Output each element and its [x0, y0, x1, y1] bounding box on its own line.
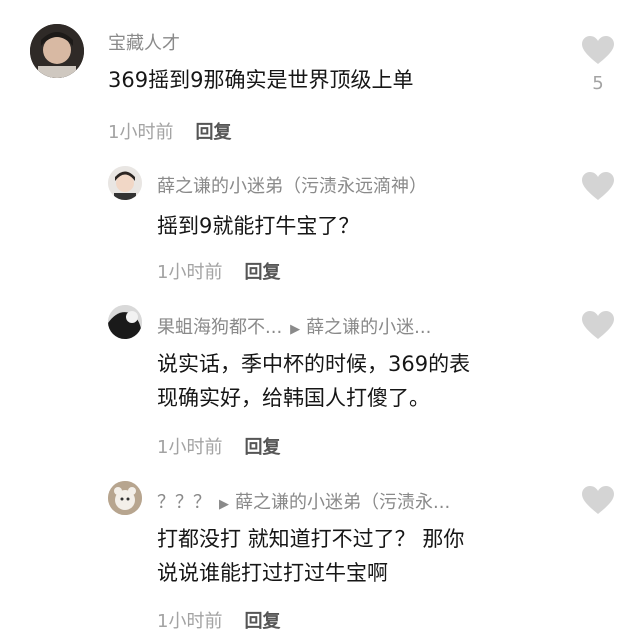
comment-meta: 1小时前 回复	[157, 607, 280, 633]
avatar[interactable]	[30, 24, 84, 78]
like-button[interactable]	[582, 486, 614, 515]
reply-item: 果蛆海狗都不... ▶ 薛之谦的小迷... 说实话，季中杯的时候，369的表 现确实…	[0, 285, 640, 460]
reply-to-username[interactable]: 薛之谦的小迷弟（污渍永...	[235, 492, 450, 513]
timestamp: 1小时前	[108, 122, 174, 143]
like-count: 5	[592, 73, 604, 94]
comment-username[interactable]: 果蛆海狗都不...	[157, 317, 282, 338]
avatar[interactable]	[108, 481, 142, 515]
comment-meta: 1小时前 回复	[108, 118, 231, 144]
like-button[interactable]: 5	[582, 36, 614, 94]
comment-username[interactable]: 薛之谦的小迷弟（污渍永远滴神）	[157, 172, 427, 198]
comment-text-line: 打都没打 就知道打不过了？ 那你	[157, 527, 465, 551]
heart-icon	[582, 172, 614, 200]
reply-button[interactable]: 回复	[244, 611, 280, 632]
comment-username[interactable]: ？？？	[157, 492, 211, 513]
reply-to-username[interactable]: 薛之谦的小迷...	[306, 317, 431, 338]
heart-icon	[582, 311, 614, 339]
comment-username-line: ？？？ ▶ 薛之谦的小迷弟（污渍永...	[157, 488, 450, 514]
timestamp: 1小时前	[157, 611, 223, 632]
reply-item: ？？？ ▶ 薛之谦的小迷弟（污渍永... 打都没打 就知道打不过了？ 那你 说说谁能…	[0, 460, 640, 640]
comment-text: 说实话，季中杯的时候，369的表 现确实好，给韩国人打傻了。	[157, 347, 470, 415]
reply-arrow-icon: ▶	[219, 497, 229, 512]
timestamp: 1小时前	[157, 262, 223, 283]
reply-arrow-icon: ▶	[290, 322, 301, 337]
comment-meta: 1小时前 回复	[157, 433, 280, 459]
reply-button[interactable]: 回复	[244, 437, 280, 458]
comment-username[interactable]: 宝藏人才	[108, 29, 180, 55]
reply-button[interactable]: 回复	[195, 122, 231, 143]
comment-text-line: 说说谁能打过打过牛宝啊	[157, 561, 388, 585]
comment-text: 打都没打 就知道打不过了？ 那你 说说谁能打过打过牛宝啊	[157, 522, 464, 590]
reply-button[interactable]: 回复	[244, 262, 280, 283]
heart-icon	[582, 486, 614, 514]
avatar[interactable]	[108, 166, 142, 200]
reply-item: 薛之谦的小迷弟（污渍永远滴神） 摇到9就能打牛宝了？ 1小时前 回复	[0, 150, 640, 285]
like-button[interactable]	[582, 172, 614, 201]
heart-icon	[582, 36, 614, 64]
comment-meta: 1小时前 回复	[157, 258, 280, 284]
comment-item: 宝藏人才 369摇到9那确实是世界顶级上单 1小时前 回复 5	[0, 0, 640, 150]
comment-username-line: 果蛆海狗都不... ▶ 薛之谦的小迷...	[157, 313, 431, 339]
like-button[interactable]	[582, 311, 614, 340]
comment-text-line: 现确实好，给韩国人打傻了。	[157, 386, 430, 410]
comment-text: 摇到9就能打牛宝了？	[157, 214, 360, 238]
timestamp: 1小时前	[157, 437, 223, 458]
comment-text: 369摇到9那确实是世界顶级上单	[108, 68, 414, 92]
comment-text-line: 说实话，季中杯的时候，369的表	[157, 352, 471, 376]
avatar[interactable]	[108, 305, 142, 339]
